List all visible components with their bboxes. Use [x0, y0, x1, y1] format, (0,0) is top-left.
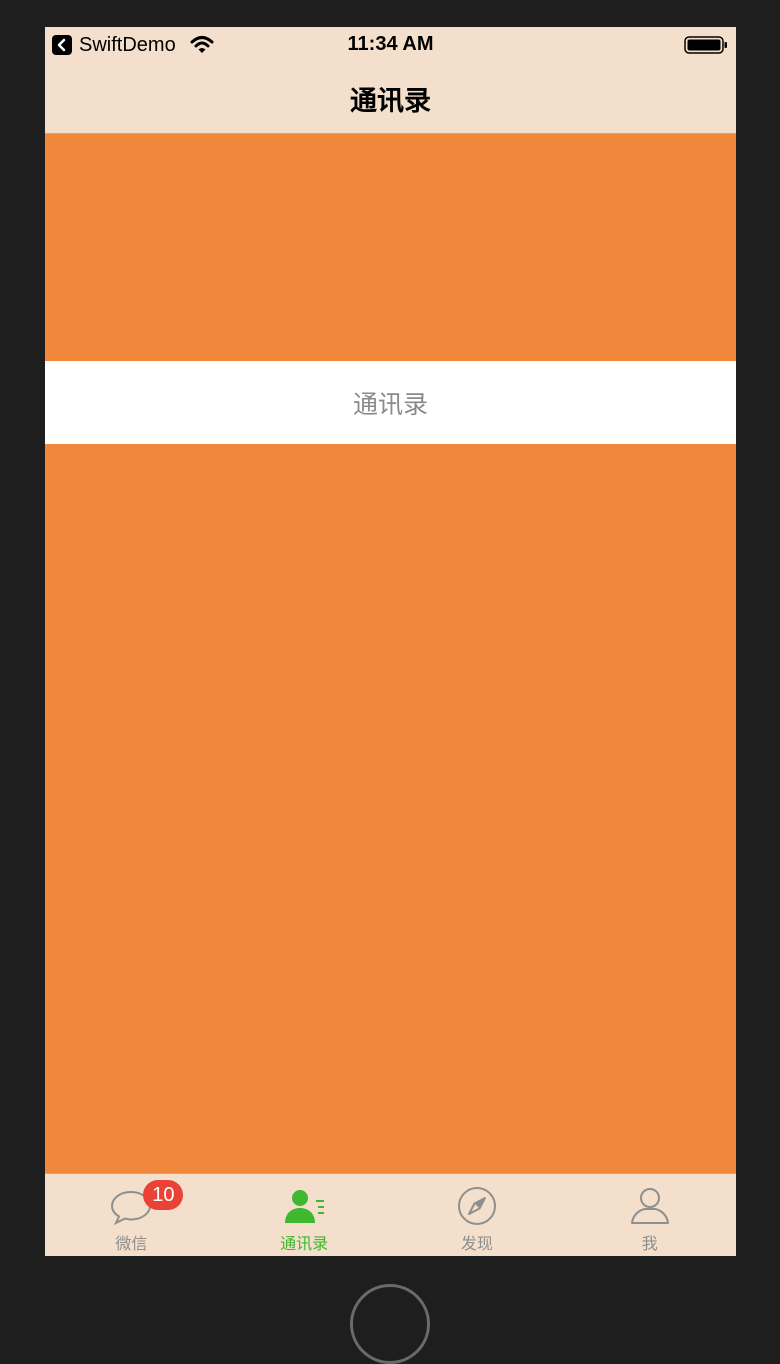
app-screen: SwiftDemo 11:34 AM 通讯录 通讯录 10 微信 通讯录 发现 …	[45, 27, 736, 1256]
page-title: 通讯录	[350, 86, 431, 117]
status-time: 11:34 AM	[347, 33, 434, 55]
contacts-icon	[285, 1190, 325, 1223]
tab-label: 通讯录	[280, 1234, 329, 1253]
status-bar: SwiftDemo 11:34 AM	[45, 27, 736, 63]
person-icon	[630, 1188, 669, 1224]
tab-me[interactable]: 我	[563, 1174, 736, 1256]
tab-wechat[interactable]: 10 微信	[45, 1174, 218, 1256]
content-label-strip: 通讯录	[45, 361, 736, 444]
tab-contacts[interactable]: 通讯录	[218, 1174, 391, 1256]
tab-label: 发现	[460, 1234, 493, 1253]
tab-label: 微信	[115, 1234, 148, 1253]
tab-bar: 10 微信 通讯录 发现 我	[45, 1173, 736, 1256]
compass-icon	[457, 1187, 496, 1225]
tab-discover[interactable]: 发现	[391, 1174, 564, 1256]
unread-badge: 10	[143, 1180, 184, 1210]
device-frame: SwiftDemo 11:34 AM 通讯录 通讯录 10 微信 通讯录 发现 …	[0, 0, 780, 1364]
tab-label: 我	[641, 1234, 658, 1253]
battery-icon	[684, 36, 727, 54]
home-button[interactable]	[350, 1284, 430, 1364]
content-label: 通讯录	[352, 389, 428, 419]
navigation-bar: 通讯录	[45, 63, 736, 134]
